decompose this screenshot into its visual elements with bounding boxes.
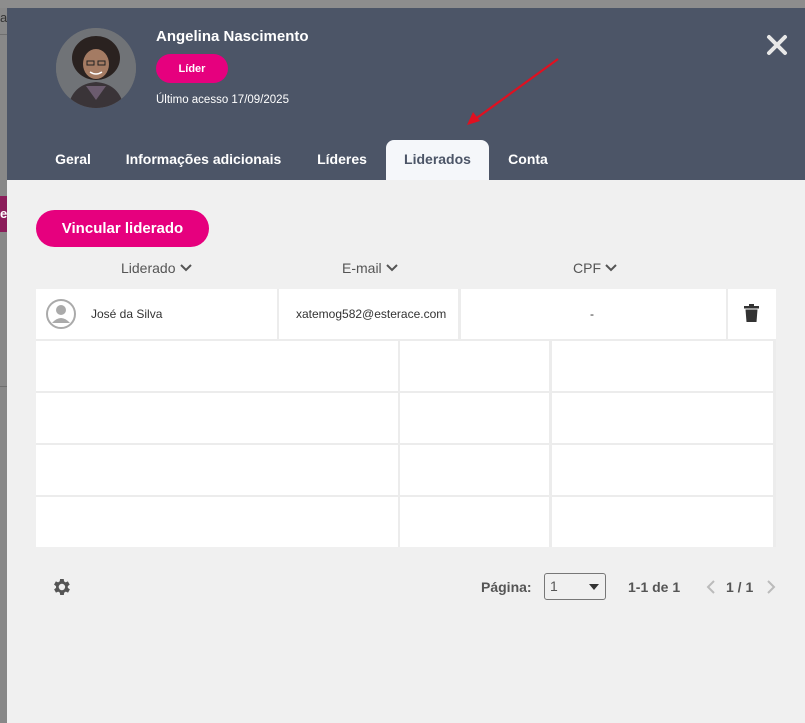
caret-down-icon	[589, 584, 599, 590]
backdrop-left-panel	[0, 8, 7, 723]
last-access-text: Último acesso 17/09/2025	[156, 94, 289, 106]
column-header-cpf[interactable]: CPF	[573, 260, 617, 276]
role-badge: Líder	[156, 54, 228, 83]
page-label: Página:	[481, 579, 532, 595]
page-count: 1 / 1	[726, 579, 754, 595]
tab-informacoes-adicionais[interactable]: Informações adicionais	[121, 140, 286, 180]
empty-cell	[552, 445, 773, 495]
tab-liderados[interactable]: Liderados	[386, 140, 489, 180]
column-header-email[interactable]: E-mail	[342, 260, 398, 276]
liderados-table: José da Silva xatemog582@esterace.com -	[36, 289, 776, 547]
column-header-label: Liderado	[121, 260, 176, 276]
close-icon	[767, 35, 787, 55]
trash-icon[interactable]	[744, 304, 759, 322]
chevron-left-icon[interactable]	[706, 580, 716, 594]
gear-icon	[54, 579, 70, 595]
user-name: Angelina Nascimento	[156, 28, 309, 45]
tab-geral[interactable]: Geral	[43, 140, 103, 180]
empty-cell	[36, 341, 398, 391]
page-select[interactable]: 1	[544, 573, 606, 600]
tab-bar: Geral Informações adicionais Líderes Lid…	[7, 140, 805, 180]
chevron-down-icon	[179, 264, 192, 272]
tab-conta[interactable]: Conta	[497, 140, 559, 180]
user-modal: Angelina Nascimento Líder Último acesso …	[7, 8, 805, 723]
empty-cell	[400, 497, 549, 547]
column-header-label: CPF	[573, 260, 601, 276]
avatar	[56, 28, 136, 108]
settings-button[interactable]	[50, 576, 72, 603]
empty-cell	[400, 445, 549, 495]
link-liderado-button[interactable]: Vincular liderado	[36, 210, 209, 247]
table-cell-cpf: -	[461, 289, 726, 339]
empty-cell	[36, 497, 398, 547]
row-email: xatemog582@esterace.com	[296, 307, 447, 321]
table-cell-actions	[728, 289, 776, 339]
page-range: 1-1 de 1	[628, 579, 681, 595]
empty-cell	[552, 341, 773, 391]
chevron-down-icon	[385, 264, 398, 272]
backdrop-divider	[0, 386, 7, 387]
empty-cell	[36, 445, 398, 495]
close-button[interactable]	[763, 31, 791, 59]
empty-cell	[36, 393, 398, 443]
table-cell-email: xatemog582@esterace.com	[279, 289, 458, 339]
tab-lideres[interactable]: Líderes	[305, 140, 379, 180]
column-header-label: E-mail	[342, 260, 382, 276]
table-row[interactable]: José da Silva	[36, 289, 277, 339]
backdrop-top-strip	[0, 0, 805, 8]
chevron-right-icon[interactable]	[766, 580, 776, 594]
empty-cell	[552, 497, 773, 547]
column-header-liderado[interactable]: Liderado	[121, 260, 192, 276]
page-select-value: 1	[550, 578, 558, 594]
user-icon	[46, 299, 76, 329]
backdrop-divider	[0, 34, 7, 35]
row-cpf: -	[590, 307, 594, 321]
chevron-down-icon	[605, 264, 617, 272]
empty-cell	[400, 393, 549, 443]
empty-cell	[552, 393, 773, 443]
row-name: José da Silva	[91, 307, 163, 321]
modal-header: Angelina Nascimento Líder Último acesso …	[7, 8, 805, 180]
empty-cell	[400, 341, 549, 391]
